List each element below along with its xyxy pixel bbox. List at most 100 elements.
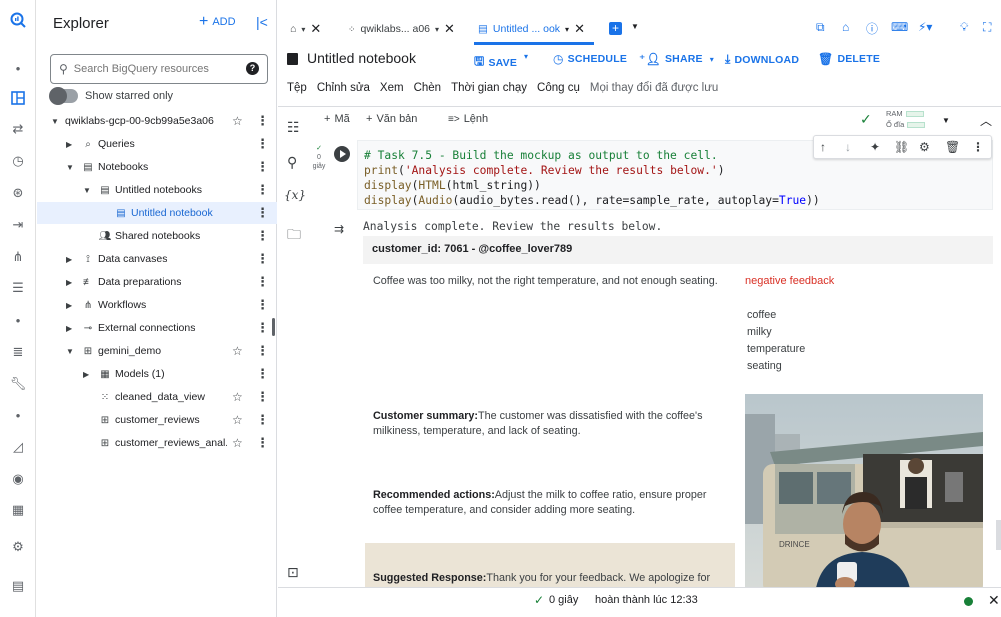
menu-runtime[interactable]: Thời gian chạy: [451, 82, 527, 98]
close-icon[interactable]: ✕: [988, 592, 1000, 609]
list-icon[interactable]: ≣: [0, 340, 36, 364]
star-icon[interactable]: ☆: [232, 413, 243, 427]
collapse-arrow-icon[interactable]: ▶: [66, 278, 72, 287]
move-up-icon[interactable]: ↑: [820, 140, 826, 154]
more-vert-icon[interactable]: ⋮: [256, 159, 269, 175]
help-icon[interactable]: ?: [246, 62, 259, 75]
tree-item[interactable]: ▶ ▦ Models (1) ⋮: [37, 363, 277, 385]
grid-icon[interactable]: ▦: [0, 498, 36, 522]
more-vert-icon[interactable]: ⋮: [256, 182, 269, 198]
collapse-arrow-icon[interactable]: ▶: [66, 140, 72, 149]
tree-item[interactable]: ▼ qwiklabs-gcp-00-9cb99a5e3a06 ☆ ⋮: [37, 110, 277, 132]
magic-wand-icon[interactable]: ⚡︎▾: [918, 20, 932, 34]
tree-item[interactable]: ▶ ⌕ Queries ⋮: [37, 133, 277, 155]
close-icon[interactable]: ✕: [310, 21, 321, 37]
expand-arrow-icon[interactable]: ▼: [83, 186, 91, 195]
dot-icon-3[interactable]: •: [0, 403, 36, 427]
delete-button[interactable]: 🗑︎ DELETE: [818, 52, 880, 66]
menu-tools[interactable]: Công cụ: [537, 82, 580, 98]
more-vert-icon[interactable]: ⋮: [256, 205, 269, 221]
add-button[interactable]: + ADD: [199, 14, 236, 30]
tree-item[interactable]: ▼ ⊞ gemini_demo ☆ ⋮: [37, 340, 277, 362]
menu-insert[interactable]: Chèn: [414, 82, 442, 98]
search-box[interactable]: ⚲ ?: [50, 54, 268, 84]
filter-icon[interactable]: ☰: [0, 276, 36, 300]
more-vert-icon[interactable]: ⋮: [256, 136, 269, 152]
output-menu-icon[interactable]: ⇉: [334, 222, 344, 236]
save-menu-button[interactable]: ▾: [524, 52, 528, 61]
tree-item[interactable]: ▼ ▤ Notebooks ⋮: [37, 156, 277, 178]
release-notes-icon[interactable]: ▤: [0, 574, 36, 598]
tab-more-icon[interactable]: ▼: [631, 22, 639, 31]
tab-notebook[interactable]: ▤ Untitled ... ook ▾ ✕: [478, 17, 585, 41]
keyboard-icon[interactable]: ⌨: [891, 20, 908, 34]
scrollbar[interactable]: [996, 520, 1001, 550]
variables-icon[interactable]: {x}: [284, 188, 306, 202]
settings-icon[interactable]: ⚙: [0, 535, 36, 559]
collapse-arrow-icon[interactable]: ▶: [66, 255, 72, 264]
dataflow-icon[interactable]: ⇥: [0, 213, 36, 237]
sparkle-icon[interactable]: ✦: [870, 140, 880, 154]
more-vert-icon[interactable]: ⋮: [256, 320, 269, 336]
tree-item[interactable]: ⊞ customer_reviews ☆ ⋮: [37, 409, 277, 431]
star-icon[interactable]: ☆: [232, 344, 243, 358]
tree-item[interactable]: ▤ Untitled notebook ⋮: [37, 202, 277, 224]
more-vert-icon[interactable]: ⋮: [972, 140, 984, 154]
pipelines-icon[interactable]: ⋔: [0, 245, 36, 269]
more-vert-icon[interactable]: ⋮: [256, 251, 269, 267]
more-vert-icon[interactable]: ⋮: [256, 274, 269, 290]
tree-item[interactable]: ⁙ cleaned_data_view ☆ ⋮: [37, 386, 277, 408]
more-vert-icon[interactable]: ⋮: [256, 412, 269, 428]
star-icon[interactable]: ☆: [232, 390, 243, 404]
tab-project[interactable]: ⁘ qwiklabs... a06 ▾ ✕: [348, 17, 455, 41]
bigquery-logo-icon[interactable]: [0, 8, 36, 32]
tree-item[interactable]: ⊞ customer_reviews_anal... ☆ ⋮: [37, 432, 277, 454]
add-code-button[interactable]: + Mã: [324, 113, 350, 125]
fullscreen-icon[interactable]: ⛶: [983, 20, 991, 35]
trash-icon[interactable]: 🗑︎: [945, 140, 960, 154]
folder-icon[interactable]: 🗀︎: [287, 224, 301, 248]
lightbulb-icon[interactable]: 💡︎: [960, 20, 968, 35]
dot-icon[interactable]: •: [0, 56, 36, 80]
more-vert-icon[interactable]: ⋮: [256, 343, 269, 359]
dot-icon-2[interactable]: •: [0, 308, 36, 332]
runtime-icon[interactable]: ⧉: [816, 20, 825, 35]
resource-meter[interactable]: RAM Ổ đĩa: [886, 108, 926, 130]
link-icon[interactable]: ⛓: [894, 140, 909, 154]
close-icon[interactable]: ✕: [574, 21, 585, 37]
notebook-title[interactable]: Untitled notebook: [307, 50, 416, 66]
search-icon[interactable]: ⚲: [287, 154, 297, 171]
more-vert-icon[interactable]: ⋮: [256, 297, 269, 313]
tab-home[interactable]: ⌂ ▾ ✕: [290, 17, 321, 41]
menu-edit[interactable]: Chỉnh sửa: [317, 82, 370, 98]
collapse-panel-icon[interactable]: |<: [256, 14, 268, 30]
more-vert-icon[interactable]: ⋮: [256, 113, 269, 129]
compass-icon[interactable]: ◉: [0, 467, 36, 491]
save-button[interactable]: 🖫︎ SAVE: [474, 52, 517, 73]
more-vert-icon[interactable]: ⋮: [256, 389, 269, 405]
starred-only-toggle[interactable]: [49, 87, 78, 105]
gear-icon[interactable]: ⚙: [919, 140, 930, 154]
chevron-up-icon[interactable]: ︿: [980, 112, 992, 129]
close-icon[interactable]: ✕: [444, 21, 455, 37]
menu-file[interactable]: Tệp: [287, 82, 307, 98]
more-vert-icon[interactable]: ⋮: [256, 366, 269, 382]
schedule-button[interactable]: ◷ SCHEDULE: [553, 52, 627, 66]
tree-item[interactable]: ▶ ≢ Data preparations ⋮: [37, 271, 277, 293]
collapse-arrow-icon[interactable]: ▶: [66, 324, 72, 333]
menu-view[interactable]: Xem: [380, 82, 404, 98]
more-vert-icon[interactable]: ⋮: [256, 228, 269, 244]
transfers-icon[interactable]: ⇄: [0, 117, 36, 141]
scheduled-queries-icon[interactable]: ◷: [0, 149, 36, 173]
monitoring-icon[interactable]: ◿: [0, 435, 36, 459]
share-button[interactable]: ⁺👤︎ SHARE ▾: [639, 52, 714, 66]
info-icon[interactable]: ⓘ: [866, 20, 878, 37]
expand-arrow-icon[interactable]: ▼: [66, 163, 74, 172]
analytics-hub-icon[interactable]: ⊛: [0, 181, 36, 205]
runtime-dropdown-icon[interactable]: ▼: [942, 116, 950, 125]
search-input[interactable]: [73, 63, 234, 75]
studio-icon[interactable]: [0, 86, 36, 110]
expand-arrow-icon[interactable]: ▼: [51, 117, 59, 126]
star-icon[interactable]: ☆: [232, 114, 243, 128]
download-button[interactable]: ⤓ DOWNLOAD: [725, 52, 799, 67]
